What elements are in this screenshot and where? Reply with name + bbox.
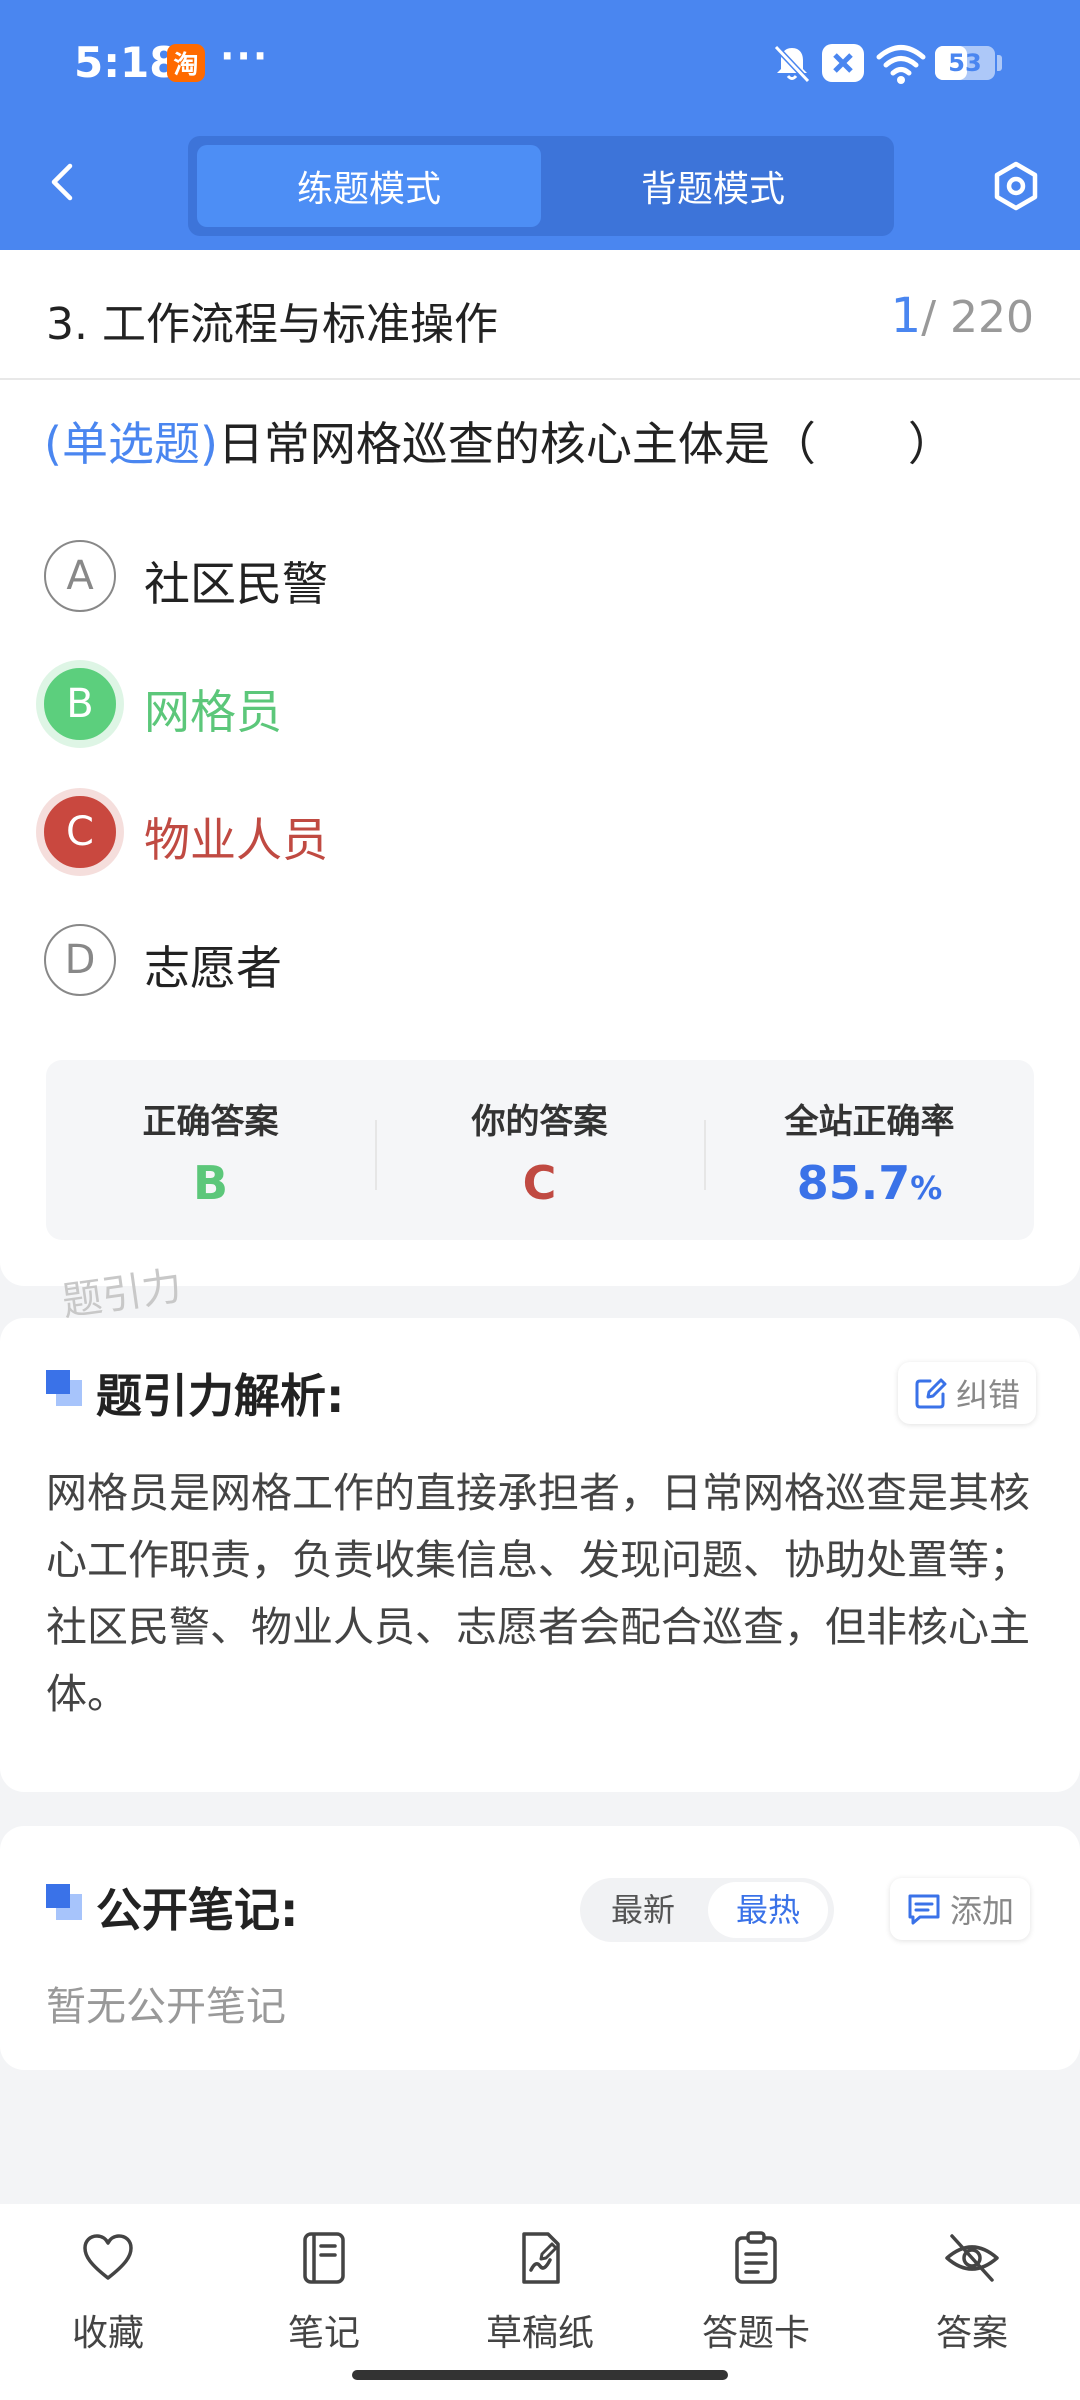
site-accuracy-value: 85.7% bbox=[705, 1156, 1034, 1210]
wifi-icon bbox=[876, 45, 926, 84]
analysis-title: 题引力解析: bbox=[96, 1369, 345, 1423]
nav-draft-paper[interactable]: 草稿纸 bbox=[432, 2204, 648, 2374]
answer-sheet-icon bbox=[735, 2231, 777, 2284]
your-answer-value: C bbox=[522, 1156, 557, 1210]
battery-tip bbox=[997, 55, 1002, 71]
nav-label: 答案 bbox=[935, 2313, 1008, 2354]
mode-toggle: 练题模式 背题模式 bbox=[188, 136, 894, 236]
status-time: 5:18 bbox=[74, 38, 179, 87]
sort-hottest[interactable]: 最热 bbox=[708, 1882, 828, 1938]
nav-label: 笔记 bbox=[287, 2313, 360, 2354]
sort-latest[interactable]: 最新 bbox=[580, 1878, 706, 1942]
tab-practice-mode[interactable]: 练题模式 bbox=[197, 145, 541, 227]
option-text: 志愿者 bbox=[144, 941, 282, 995]
nav-favorite[interactable]: 收藏 bbox=[0, 2204, 216, 2374]
option-b[interactable]: B 网格员 bbox=[44, 664, 944, 744]
nav-answer[interactable]: 答案 bbox=[864, 2204, 1080, 2374]
your-answer-label: 你的答案 bbox=[471, 1102, 608, 1142]
option-text: 网格员 bbox=[144, 685, 282, 739]
add-note-label: 添加 bbox=[950, 1892, 1015, 1930]
section-squares-icon bbox=[46, 1370, 84, 1408]
site-accuracy-label: 全站正确率 bbox=[784, 1102, 955, 1142]
question-type: (单选题) bbox=[44, 417, 218, 471]
nav-label: 草稿纸 bbox=[485, 2313, 594, 2354]
divider bbox=[0, 378, 1080, 380]
question-progress[interactable]: 1/ 220 bbox=[891, 288, 1034, 344]
edit-icon bbox=[915, 1378, 947, 1409]
option-d[interactable]: D 志愿者 bbox=[44, 920, 944, 1000]
option-text: 社区民警 bbox=[144, 557, 328, 611]
public-notes-card: 公开笔记: 最新 最热 添加 暂无公开笔记 bbox=[0, 1826, 1080, 2070]
option-letter: C bbox=[44, 796, 116, 868]
empty-notes-text: 暂无公开笔记 bbox=[46, 1984, 286, 2030]
correct-answer-value: B bbox=[192, 1156, 229, 1210]
accuracy-unit: % bbox=[910, 1169, 943, 1207]
report-error-button[interactable]: 纠错 bbox=[898, 1362, 1037, 1424]
question-card: 3. 工作流程与标准操作 1/ 220 (单选题)日常网格巡查的核心主体是（ ）… bbox=[0, 250, 1080, 1286]
taobao-icon: 淘 bbox=[167, 44, 205, 82]
question-stem: (单选题)日常网格巡查的核心主体是（ ） bbox=[44, 408, 954, 474]
option-letter: B bbox=[44, 668, 116, 740]
answer-summary: 正确答案 B 你的答案 C 全站正确率 85.7% bbox=[46, 1060, 1034, 1240]
nav-label: 答题卡 bbox=[701, 2313, 810, 2354]
nav-answer-sheet[interactable]: 答题卡 bbox=[648, 2204, 864, 2374]
site-accuracy: 全站正确率 85.7% bbox=[705, 1060, 1034, 1240]
analysis-text: 网格员是网格工作的直接承担者，日常网格巡查是其核心工作职责，负责收集信息、发现问… bbox=[46, 1469, 1030, 1718]
nav-notes[interactable]: 笔记 bbox=[216, 2204, 432, 2374]
report-error-label: 纠错 bbox=[956, 1376, 1021, 1414]
draft-paper-icon bbox=[522, 2232, 560, 2284]
notes-title: 公开笔记: bbox=[96, 1883, 299, 1937]
accuracy-number: 85.7 bbox=[796, 1156, 911, 1210]
x-icon bbox=[822, 44, 864, 82]
eye-off-icon bbox=[945, 2234, 999, 2282]
notes-sort-toggle: 最新 最热 bbox=[580, 1878, 834, 1942]
home-indicator[interactable] bbox=[352, 2370, 728, 2380]
analysis-card: 题引力解析: 纠错 网格员是网格工作的直接承担者，日常网格巡查是其核心工作职责，… bbox=[0, 1318, 1080, 1792]
option-a[interactable]: A 社区民警 bbox=[44, 536, 944, 616]
battery-level: 53 bbox=[948, 49, 982, 77]
option-letter: A bbox=[44, 540, 116, 612]
your-answer: 你的答案 C bbox=[375, 1060, 704, 1240]
back-chevron-icon[interactable] bbox=[40, 160, 84, 204]
question-stem-text: 日常网格巡查的核心主体是（ ） bbox=[217, 417, 954, 471]
status-bar: 5:18 淘 ··· 53 bbox=[0, 0, 1080, 125]
app-header: 5:18 淘 ··· 53 练题模式 背题模式 bbox=[0, 0, 1080, 250]
progress-current: 1 bbox=[890, 288, 922, 344]
notebook-icon bbox=[303, 2232, 345, 2284]
more-dots-icon: ··· bbox=[220, 34, 270, 78]
battery-icon: 53 bbox=[935, 46, 995, 80]
bell-mute-icon bbox=[773, 44, 811, 84]
settings-hexagon-icon[interactable] bbox=[990, 160, 1042, 212]
option-letter: D bbox=[44, 924, 116, 996]
correct-answer: 正确答案 B bbox=[46, 1060, 375, 1240]
option-c[interactable]: C 物业人员 bbox=[44, 792, 944, 872]
option-text: 物业人员 bbox=[144, 813, 328, 867]
tab-memorize-mode[interactable]: 背题模式 bbox=[541, 145, 885, 227]
nav-label: 收藏 bbox=[71, 2313, 144, 2354]
section-squares-icon bbox=[46, 1884, 84, 1922]
progress-total: / 220 bbox=[921, 292, 1034, 343]
correct-answer-label: 正确答案 bbox=[142, 1102, 279, 1142]
comment-icon bbox=[908, 1894, 940, 1925]
chapter-title: 3. 工作流程与标准操作 bbox=[46, 299, 498, 350]
heart-icon bbox=[83, 2234, 133, 2280]
add-note-button[interactable]: 添加 bbox=[890, 1878, 1031, 1940]
